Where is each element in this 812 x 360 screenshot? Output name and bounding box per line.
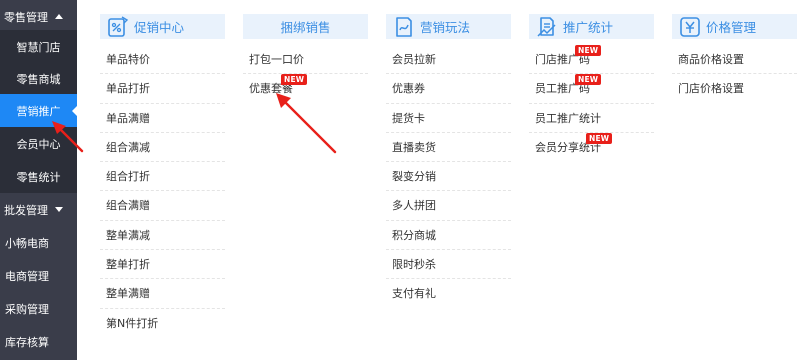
menu-item-label: 优惠券 xyxy=(392,82,425,96)
sidebar-item-label: 电商管理 xyxy=(5,269,49,283)
sidebar-item-retail-mall[interactable]: 零售商城 xyxy=(0,62,77,95)
menu-item-label: 积分商城 xyxy=(392,228,436,242)
sidebar-item-label: 小畅电商 xyxy=(5,236,49,250)
menu-item-combo-discount[interactable]: 组合打折 xyxy=(100,162,225,192)
menu-item-label: 支付有礼 xyxy=(392,287,436,301)
menu-item-label: 限时秒杀 xyxy=(392,258,436,272)
column-title: 捆绑销售 xyxy=(280,20,331,35)
menu-item-combo-reduction[interactable]: 组合满减 xyxy=(100,133,225,163)
column-title: 推广统计 xyxy=(563,20,614,35)
column-title: 营销玩法 xyxy=(420,20,471,35)
column-header: 营销玩法 xyxy=(386,14,511,39)
menu-item-label: 组合满赠 xyxy=(106,199,150,213)
menu-item-staff-promo-code[interactable]: 员工推广码 NEW xyxy=(529,74,654,104)
menu-item-label: 整单满减 xyxy=(106,228,150,242)
sidebar-item-ecommerce-management[interactable]: 电商管理 xyxy=(0,259,77,292)
price-management-icon xyxy=(680,16,700,37)
menu-item-single-discount[interactable]: 单品打折 xyxy=(100,74,225,104)
column-bundle-sales: 捆绑销售 打包一口价 优惠套餐 NEW xyxy=(243,14,368,104)
sidebar-item-label: 智慧门店 xyxy=(16,40,61,54)
sidebar-item-marketing[interactable]: 营销推广 xyxy=(0,94,77,127)
menu-item-order-gift[interactable]: 整单满赠 xyxy=(100,279,225,309)
menu-item-product-price-setting[interactable]: 商品价格设置 xyxy=(672,45,797,75)
menu-item-viral-distribution[interactable]: 裂变分销 xyxy=(386,162,511,192)
sidebar-item-label: 库存核算 xyxy=(5,335,49,349)
menu-item-pickup-card[interactable]: 提货卡 xyxy=(386,104,511,133)
new-badge: NEW xyxy=(575,45,602,56)
sidebar-item-label: 会员中心 xyxy=(16,137,61,151)
sidebar-item-label: 零售商城 xyxy=(16,72,61,86)
sidebar-item-smart-store[interactable]: 智慧门店 xyxy=(0,30,77,63)
column-marketing-play: 营销玩法 会员拉新 优惠券 提货卡 直播卖货 裂变分销 多人拼团 积分商城 限时… xyxy=(386,14,511,309)
sidebar-item-purchase-management[interactable]: 采购管理 xyxy=(0,292,77,325)
menu-item-label: 直播卖货 xyxy=(392,140,436,154)
sidebar-item-retail-stats[interactable]: 零售统计 xyxy=(0,160,77,193)
menu-item-label: 第N件打折 xyxy=(106,316,159,330)
menu-item-label: 员工推广统计 xyxy=(535,111,601,125)
sidebar-item-label: 采购管理 xyxy=(5,302,49,316)
menu-item-label: 提货卡 xyxy=(392,111,425,125)
menu-item-label: 组合打折 xyxy=(106,170,150,184)
sidebar-item-xiaochang-ecommerce[interactable]: 小畅电商 xyxy=(0,226,77,259)
column-title: 促销中心 xyxy=(134,20,185,35)
menu-item-group-buy[interactable]: 多人拼团 xyxy=(386,191,511,221)
menu-item-label: 单品满赠 xyxy=(106,111,150,125)
column-header: 价格管理 xyxy=(672,14,797,39)
menu-item-single-special-price[interactable]: 单品特价 xyxy=(100,45,225,75)
menu-item-payment-gift[interactable]: 支付有礼 xyxy=(386,279,511,308)
menu-item-staff-promo-stats[interactable]: 员工推广统计 xyxy=(529,104,654,133)
new-badge: NEW xyxy=(575,74,602,86)
column-header: 捆绑销售 xyxy=(243,14,368,39)
new-badge: NEW xyxy=(586,132,613,144)
promotion-stats-icon xyxy=(537,16,556,37)
sidebar-item-inventory-accounting[interactable]: 库存核算 xyxy=(0,325,77,358)
sidebar-group-label: 零售管理 xyxy=(4,10,48,24)
menu-item-store-price-setting[interactable]: 门店价格设置 xyxy=(672,74,797,103)
menu-item-label: 整单打折 xyxy=(106,258,150,272)
sidebar-item-member-center[interactable]: 会员中心 xyxy=(0,127,77,160)
caret-up-icon xyxy=(55,14,63,19)
menu-item-member-acquisition[interactable]: 会员拉新 xyxy=(386,45,511,75)
promotion-center-icon xyxy=(108,15,129,37)
menu-item-label: 组合满减 xyxy=(106,140,150,154)
menu-item-live-selling[interactable]: 直播卖货 xyxy=(386,133,511,163)
menu-item-label: 商品价格设置 xyxy=(678,53,744,66)
menu-item-points-mall[interactable]: 积分商城 xyxy=(386,221,511,251)
menu-item-label: 裂变分销 xyxy=(392,170,436,184)
column-header: 推广统计 xyxy=(529,14,654,39)
menu-item-discount-package[interactable]: 优惠套餐 NEW xyxy=(243,74,368,103)
menu-item-label: 单品打折 xyxy=(106,82,150,96)
caret-down-icon xyxy=(55,207,63,212)
column-price-management: 价格管理 商品价格设置 门店价格设置 xyxy=(672,14,797,104)
sidebar-group-retail[interactable]: 零售管理 xyxy=(0,0,77,33)
column-header: 促销中心 xyxy=(100,14,225,39)
menu-item-nth-item-discount[interactable]: 第N件打折 xyxy=(100,309,225,338)
menu-item-label: 打包一口价 xyxy=(249,53,304,66)
new-badge: NEW xyxy=(281,74,308,86)
column-title: 价格管理 xyxy=(706,20,757,35)
sidebar-group-label: 批发管理 xyxy=(4,203,48,217)
column-promotion-center: 促销中心 单品特价 单品打折 单品满赠 组合满减 组合打折 组合满赠 整单满减 … xyxy=(100,14,225,338)
menu-item-package-price[interactable]: 打包一口价 xyxy=(243,45,368,75)
menu-item-coupon[interactable]: 优惠券 xyxy=(386,74,511,104)
menu-item-combo-gift[interactable]: 组合满赠 xyxy=(100,191,225,221)
menu-item-label: 单品特价 xyxy=(106,53,150,66)
menu-item-order-reduction[interactable]: 整单满减 xyxy=(100,221,225,251)
menu-item-member-share-stats[interactable]: 会员分享统计 NEW xyxy=(529,132,654,162)
marketing-play-icon xyxy=(396,16,412,37)
column-promotion-stats: 推广统计 门店推广码 NEW 员工推广码 NEW 员工推广统计 会员分享统计 N… xyxy=(529,14,654,162)
active-pointer-icon xyxy=(72,105,77,116)
sidebar-item-label: 营销推广 xyxy=(16,104,61,118)
menu-item-label: 会员拉新 xyxy=(392,53,436,66)
menu-item-single-gift[interactable]: 单品满赠 xyxy=(100,104,225,133)
menu-item-label: 门店价格设置 xyxy=(678,82,744,96)
sidebar: 零售管理 智慧门店 零售商城 营销推广 会员中心 零售统计 批发管理 小畅电商 … xyxy=(0,0,77,360)
menu-item-flash-sale[interactable]: 限时秒杀 xyxy=(386,250,511,280)
menu-item-label: 整单满赠 xyxy=(106,287,150,301)
menu-item-order-discount[interactable]: 整单打折 xyxy=(100,250,225,280)
menu-item-store-promo-code[interactable]: 门店推广码 NEW xyxy=(529,45,654,75)
sidebar-item-label: 零售统计 xyxy=(16,170,61,184)
menu-item-label: 多人拼团 xyxy=(392,199,436,213)
sidebar-group-wholesale[interactable]: 批发管理 xyxy=(0,193,77,226)
